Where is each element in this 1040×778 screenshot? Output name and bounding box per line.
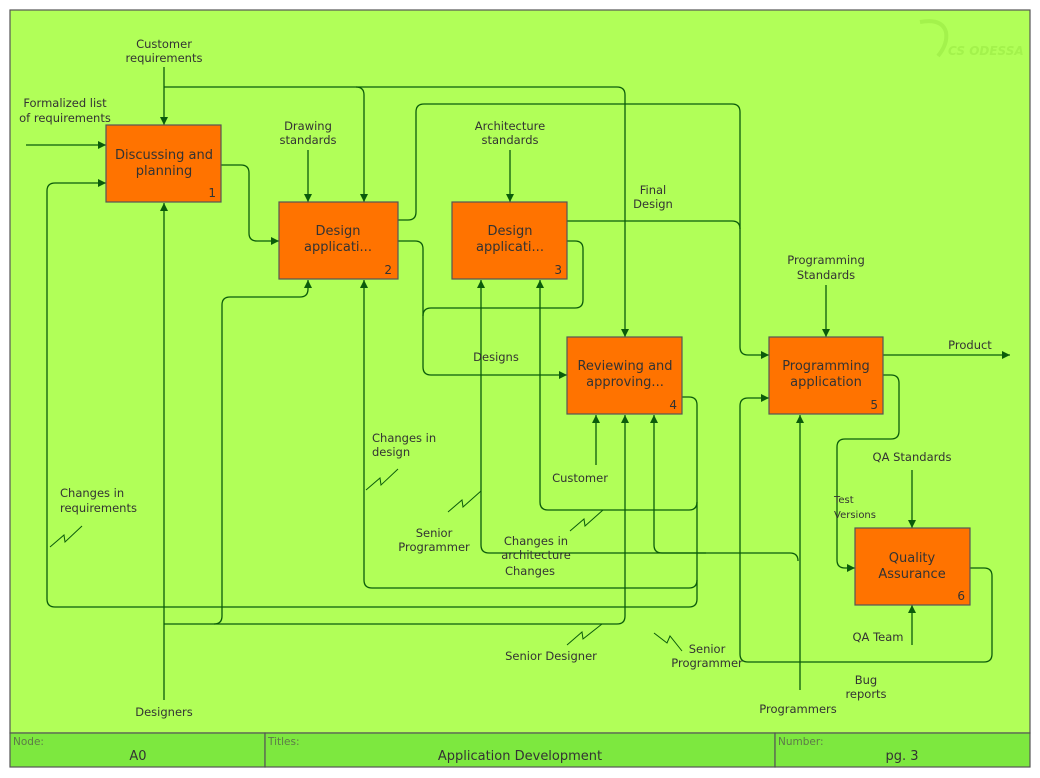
label-qa-standards: QA Standards [873, 450, 952, 464]
activity-title-line: Design [316, 224, 361, 239]
label-programmers: Programmers [759, 702, 837, 716]
activity-title-line: Discussing and [115, 148, 213, 163]
svg-text:Programmingapplication: Programming application [782, 359, 870, 390]
activity-title-line: Assurance [878, 567, 945, 582]
label-programming-standards: Programming Standards [787, 253, 865, 282]
idef0-diagram: CS ODESSA Discussing and planning 1 Desi… [9, 9, 1031, 768]
activity-title-line: applicati... [476, 240, 544, 255]
activity-number: 5 [870, 398, 878, 412]
logo-text: CS ODESSA [948, 44, 1024, 58]
label-designers: Designers [135, 705, 193, 719]
activity-title-line: Reviewing and [577, 359, 672, 374]
activity-number: 4 [669, 398, 677, 412]
footer-number-value: pg. 3 [885, 749, 918, 764]
label-qa-team: QA Team [853, 630, 904, 644]
label-senior-designer: Senior Designer [505, 649, 597, 663]
label-formalized-list: Formalized list of requirements [19, 96, 111, 125]
footer-node-value: A0 [129, 749, 146, 764]
activity-number: 3 [554, 263, 562, 277]
activity-title-line: Programming [782, 359, 870, 374]
activity-box-5[interactable]: Programming application 5 [768, 336, 884, 415]
footer-titles-value: Application Development [438, 749, 602, 764]
label-designs: Designs [473, 350, 519, 364]
activity-title-line: approving... [586, 375, 664, 390]
activity-number: 6 [957, 589, 965, 603]
activity-title-line: Design [488, 224, 533, 239]
activity-title-line: application [790, 375, 862, 390]
activity-box-2[interactable]: Design applicati... 2 [278, 201, 399, 280]
activity-title-line: planning [136, 164, 192, 179]
svg-text:Reviewing andapproving...: Reviewing and approving... [577, 359, 672, 390]
footer-node-caption: Node: [13, 736, 44, 748]
activity-box-4[interactable]: Reviewing and approving... 4 [566, 336, 683, 415]
label-customer-requirements: Customer requirements [126, 37, 203, 65]
footer-number-caption: Number: [778, 736, 824, 748]
footer-titles-caption: Titles: [267, 736, 300, 748]
label-architecture-standards: Architecture standards [475, 119, 545, 147]
activity-box-1[interactable]: Discussing and planning 1 [105, 124, 222, 203]
activity-title-line: Quality [889, 551, 936, 566]
activity-number: 2 [384, 263, 392, 277]
label-product: Product [948, 338, 992, 352]
label-customer: Customer [552, 471, 608, 485]
activity-number: 1 [208, 186, 216, 200]
activity-title-line: applicati... [304, 240, 372, 255]
label-drawing-standards: Drawing standards [279, 119, 336, 147]
activity-box-6[interactable]: Quality Assurance 6 [854, 527, 971, 606]
activity-box-3[interactable]: Design applicati... 3 [451, 201, 568, 280]
footer: Node: A0 Titles: Application Development… [9, 732, 1031, 768]
